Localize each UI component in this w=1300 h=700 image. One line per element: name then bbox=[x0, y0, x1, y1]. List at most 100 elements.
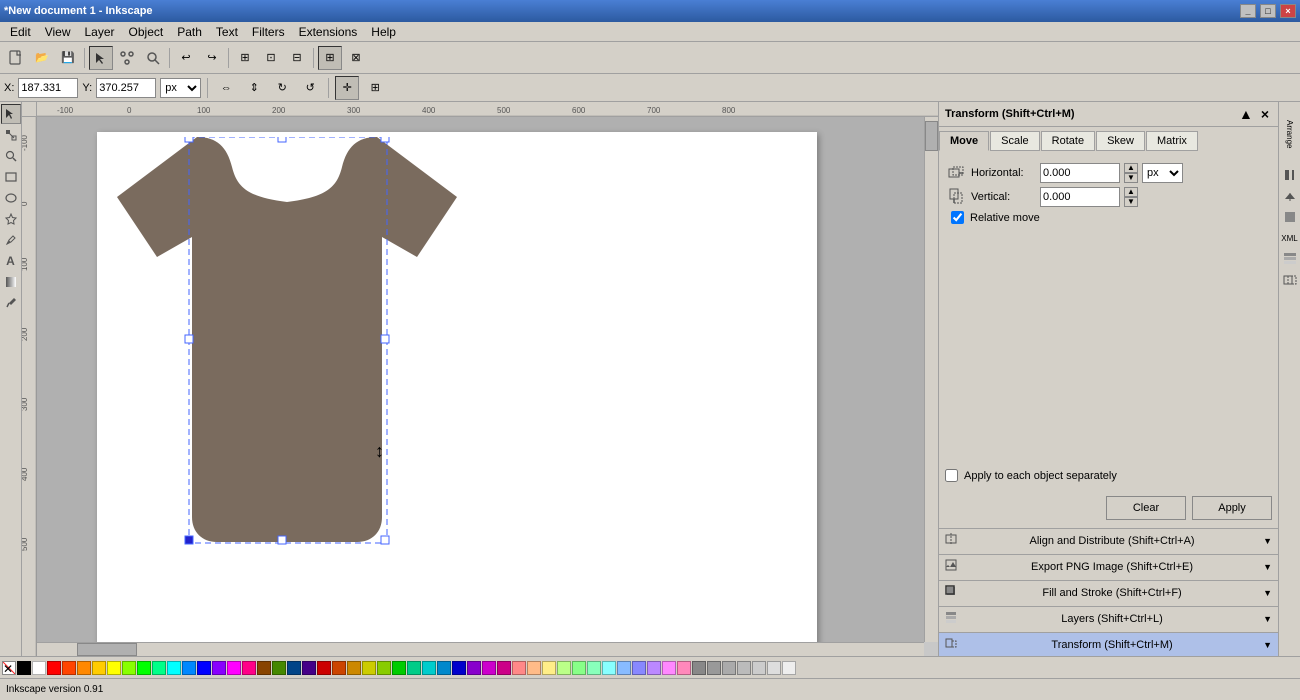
tab-matrix[interactable]: Matrix bbox=[1146, 131, 1198, 151]
palette-color[interactable] bbox=[32, 661, 46, 675]
flip-v-button[interactable]: ⇕ bbox=[242, 76, 266, 100]
snap3-button[interactable]: ⊟ bbox=[285, 46, 309, 70]
tab-skew[interactable]: Skew bbox=[1096, 131, 1145, 151]
snap-button[interactable]: ⊞ bbox=[233, 46, 257, 70]
align-distribute-header[interactable]: Align and Distribute (Shift+Ctrl+A) ▼ bbox=[939, 529, 1278, 552]
palette-color[interactable] bbox=[752, 661, 766, 675]
zoom-tool[interactable] bbox=[1, 146, 21, 166]
rotate-cw-button[interactable]: ↻ bbox=[270, 76, 294, 100]
palette-color[interactable] bbox=[167, 661, 181, 675]
palette-color[interactable] bbox=[257, 661, 271, 675]
horizontal-scrollbar[interactable] bbox=[37, 642, 924, 656]
palette-color[interactable] bbox=[782, 661, 796, 675]
redo-button[interactable]: ↪ bbox=[200, 46, 224, 70]
palette-color[interactable] bbox=[152, 661, 166, 675]
pencil-tool[interactable] bbox=[1, 230, 21, 250]
palette-color[interactable] bbox=[662, 661, 676, 675]
layers-far-button[interactable] bbox=[1280, 249, 1300, 269]
transform-far-button[interactable] bbox=[1280, 270, 1300, 290]
transform-toggle-button[interactable]: ⊞ bbox=[318, 46, 342, 70]
horizontal-up[interactable]: ▲ bbox=[1124, 163, 1138, 173]
palette-color[interactable] bbox=[137, 661, 151, 675]
rotate-ccw-button[interactable]: ↺ bbox=[298, 76, 322, 100]
palette-color[interactable] bbox=[287, 661, 301, 675]
menu-path[interactable]: Path bbox=[171, 23, 208, 41]
palette-color[interactable] bbox=[92, 661, 106, 675]
palette-color[interactable] bbox=[302, 661, 316, 675]
palette-color[interactable] bbox=[482, 661, 496, 675]
export-far-button[interactable] bbox=[1280, 186, 1300, 206]
palette-color[interactable] bbox=[617, 661, 631, 675]
palette-color[interactable] bbox=[557, 661, 571, 675]
save-button[interactable]: 💾 bbox=[56, 46, 80, 70]
palette-color[interactable] bbox=[512, 661, 526, 675]
ellipse-tool[interactable] bbox=[1, 188, 21, 208]
fill-stroke-header[interactable]: Fill and Stroke (Shift+Ctrl+F) ▼ bbox=[939, 581, 1278, 604]
tab-move[interactable]: Move bbox=[939, 131, 989, 151]
horizontal-input[interactable] bbox=[1040, 163, 1120, 183]
palette-color[interactable] bbox=[407, 661, 421, 675]
eyedropper-tool[interactable] bbox=[1, 293, 21, 313]
palette-color[interactable] bbox=[242, 661, 256, 675]
horizontal-unit[interactable]: pxmmcmin bbox=[1142, 163, 1183, 183]
select-tool-button[interactable] bbox=[89, 46, 113, 70]
apply-each-checkbox[interactable] bbox=[945, 469, 958, 482]
palette-color[interactable] bbox=[122, 661, 136, 675]
palette-color[interactable] bbox=[317, 661, 331, 675]
palette-color[interactable] bbox=[62, 661, 76, 675]
transparent-color[interactable]: ✕ bbox=[2, 661, 16, 675]
vertical-up[interactable]: ▲ bbox=[1124, 187, 1138, 197]
palette-color[interactable] bbox=[707, 661, 721, 675]
node-edit-tool[interactable] bbox=[1, 125, 21, 145]
export-png-header[interactable]: Export PNG Image (Shift+Ctrl+E) ▼ bbox=[939, 555, 1278, 578]
palette-color[interactable] bbox=[362, 661, 376, 675]
zoom-tool-button[interactable] bbox=[141, 46, 165, 70]
menu-text[interactable]: Text bbox=[210, 23, 244, 41]
palette-color[interactable] bbox=[722, 661, 736, 675]
canvas[interactable]: ↕ bbox=[37, 117, 924, 642]
canvas-container[interactable]: -100 0 100 200 300 400 500 600 700 800 -… bbox=[22, 102, 938, 656]
tshirt-area[interactable]: ↕ bbox=[117, 137, 457, 560]
palette-color[interactable] bbox=[737, 661, 751, 675]
y-input[interactable] bbox=[96, 78, 156, 98]
rectangle-tool[interactable] bbox=[1, 167, 21, 187]
palette-color[interactable] bbox=[332, 661, 346, 675]
palette-color[interactable] bbox=[527, 661, 541, 675]
menu-view[interactable]: View bbox=[39, 23, 77, 41]
menu-filters[interactable]: Filters bbox=[246, 23, 291, 41]
node-tool-button[interactable] bbox=[115, 46, 139, 70]
palette-color[interactable] bbox=[272, 661, 286, 675]
close-button[interactable]: × bbox=[1280, 4, 1296, 18]
coord-unit-select[interactable]: pxmmcmin bbox=[160, 78, 201, 98]
snap2-button[interactable]: ⊡ bbox=[259, 46, 283, 70]
open-button[interactable]: 📂 bbox=[30, 46, 54, 70]
clear-button[interactable]: Clear bbox=[1106, 496, 1186, 520]
tab-scale[interactable]: Scale bbox=[990, 131, 1040, 151]
palette-color[interactable] bbox=[77, 661, 91, 675]
snap-on-button[interactable]: ✛ bbox=[335, 76, 359, 100]
palette-color[interactable] bbox=[182, 661, 196, 675]
palette-color[interactable] bbox=[572, 661, 586, 675]
gradient-tool[interactable] bbox=[1, 272, 21, 292]
palette-color[interactable] bbox=[767, 661, 781, 675]
palette-color[interactable] bbox=[377, 661, 391, 675]
text-tool[interactable]: A bbox=[1, 251, 21, 271]
star-tool[interactable] bbox=[1, 209, 21, 229]
palette-color[interactable] bbox=[347, 661, 361, 675]
view-toggle-button[interactable]: ⊠ bbox=[344, 46, 368, 70]
horizontal-down[interactable]: ▼ bbox=[1124, 173, 1138, 183]
palette-color[interactable] bbox=[602, 661, 616, 675]
palette-color[interactable] bbox=[632, 661, 646, 675]
menu-extensions[interactable]: Extensions bbox=[293, 23, 364, 41]
menu-object[interactable]: Object bbox=[123, 23, 170, 41]
maximize-button[interactable]: □ bbox=[1260, 4, 1276, 18]
tab-rotate[interactable]: Rotate bbox=[1041, 131, 1095, 151]
new-button[interactable] bbox=[4, 46, 28, 70]
palette-color[interactable] bbox=[677, 661, 691, 675]
palette-color[interactable] bbox=[647, 661, 661, 675]
x-input[interactable] bbox=[18, 78, 78, 98]
transform-panel-close[interactable]: × bbox=[1258, 106, 1272, 122]
palette-color[interactable] bbox=[422, 661, 436, 675]
snap-far-button[interactable] bbox=[1280, 165, 1300, 185]
palette-color[interactable] bbox=[692, 661, 706, 675]
